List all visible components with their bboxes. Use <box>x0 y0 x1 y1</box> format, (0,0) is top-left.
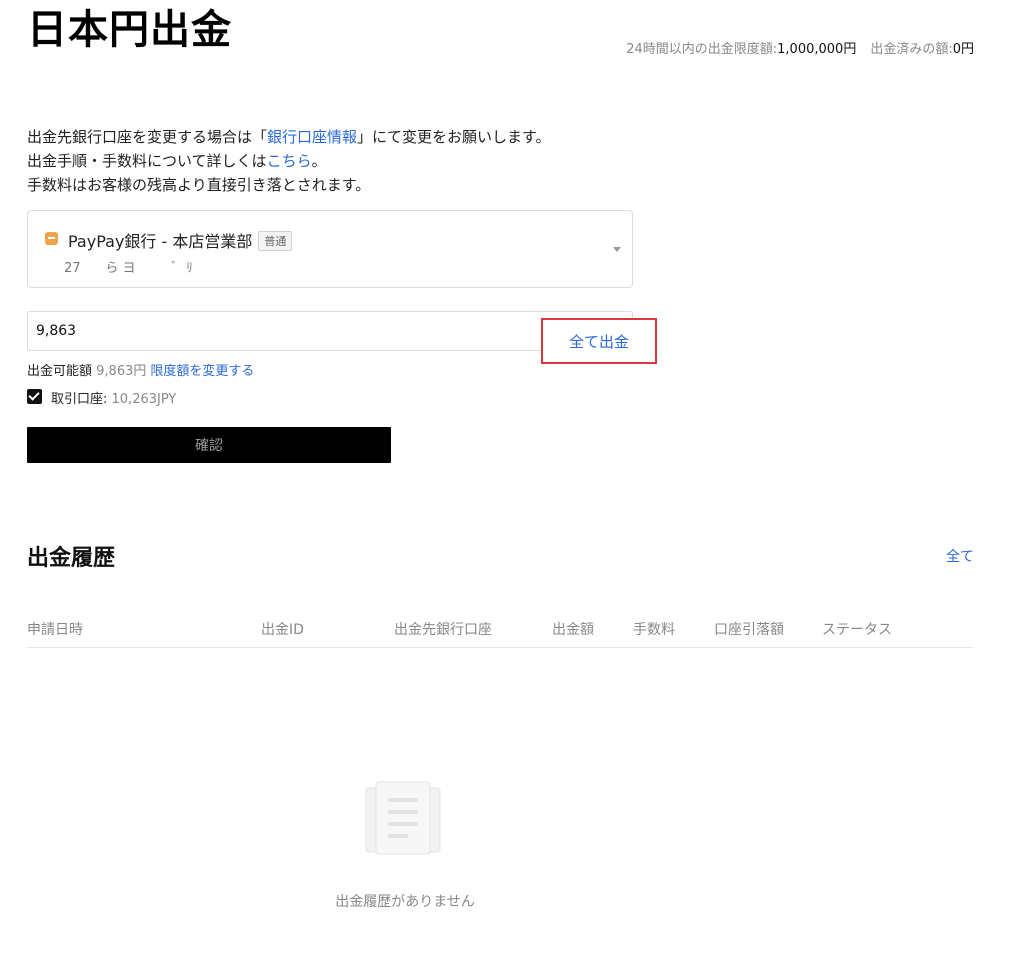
bank-account-number: 27 ら ヨ ﾞ ﾘ <box>64 261 193 276</box>
column-header-id: 出金ID <box>261 622 304 638</box>
history-title: 出金履歴 <box>27 546 116 571</box>
column-header-amount: 出金額 <box>552 622 594 638</box>
intro-line-1-tail: 」にて変更をお願いします。 <box>357 128 551 146</box>
column-header-fee: 手数料 <box>633 622 675 638</box>
withdrawn-label: 出金済みの額: <box>870 42 953 57</box>
column-header-status: ステータス <box>822 622 892 638</box>
withdrawal-limits: 24時間以内の出金限度額:1,000,000円 出金済みの額:0円 <box>626 38 974 57</box>
intro-line-1: 出金先銀行口座を変更する場合は「銀行口座情報」にて変更をお願いします。 <box>27 125 551 149</box>
intro-line-1-text: 出金先銀行口座を変更する場合は「 <box>27 128 268 146</box>
column-header-date: 申請日時 <box>27 622 83 638</box>
table-divider <box>27 647 973 648</box>
trading-account-row: 取引口座: 10,263JPY <box>51 388 176 407</box>
withdraw-all-button[interactable]: 全て出金 <box>541 318 657 364</box>
column-header-bank-account: 出金先銀行口座 <box>394 622 492 638</box>
account-type-badge: 普通 <box>258 231 293 251</box>
bank-account-select[interactable]: PayPay銀行 - 本店営業部 普通 27 ら ヨ ﾞ ﾘ <box>27 210 633 288</box>
limit-label: 24時間以内の出金限度額: <box>626 42 778 57</box>
bank-account-info-link[interactable]: 銀行口座情報 <box>267 128 357 146</box>
column-header-deducted: 口座引落額 <box>714 622 784 638</box>
available-label: 出金可能額 <box>27 364 93 379</box>
confirm-button[interactable]: 確認 <box>27 427 391 463</box>
fee-details-link[interactable]: こちら <box>267 152 312 170</box>
history-all-link[interactable]: 全て <box>946 546 974 566</box>
limit-value: 1,000,000円 <box>777 42 857 57</box>
intro-text: 出金先銀行口座を変更する場合は「銀行口座情報」にて変更をお願いします。 出金手順… <box>27 125 551 197</box>
change-limit-link[interactable]: 限度額を変更する <box>150 364 254 379</box>
bank-name: PayPay銀行 - 本店営業部 <box>68 232 253 251</box>
chevron-down-icon[interactable] <box>613 247 621 252</box>
available-amount: 出金可能額 9,863円 限度額を変更する <box>27 360 254 379</box>
intro-line-2-text: 出金手順・手数料について詳しくは <box>27 152 267 170</box>
intro-line-2: 出金手順・手数料について詳しくはこちら。 <box>27 149 551 173</box>
bank-name-row: PayPay銀行 - 本店営業部 普通 <box>68 228 293 252</box>
empty-document-icon <box>365 781 441 855</box>
available-value: 9,863円 <box>96 364 147 379</box>
bank-card-icon <box>45 232 58 245</box>
intro-line-2-tail: 。 <box>311 152 327 170</box>
amount-input[interactable] <box>28 312 544 350</box>
intro-line-3: 手数料はお客様の残高より直接引き落とされます。 <box>27 176 371 194</box>
page-title: 日本円出金 <box>27 7 232 53</box>
empty-history-text: 出金履歴がありません <box>335 894 475 910</box>
withdrawn-value: 0円 <box>952 42 974 57</box>
trading-account-label: 取引口座: <box>51 392 108 407</box>
trading-account-checkbox[interactable] <box>27 389 42 404</box>
trading-account-value: 10,263JPY <box>111 392 177 407</box>
